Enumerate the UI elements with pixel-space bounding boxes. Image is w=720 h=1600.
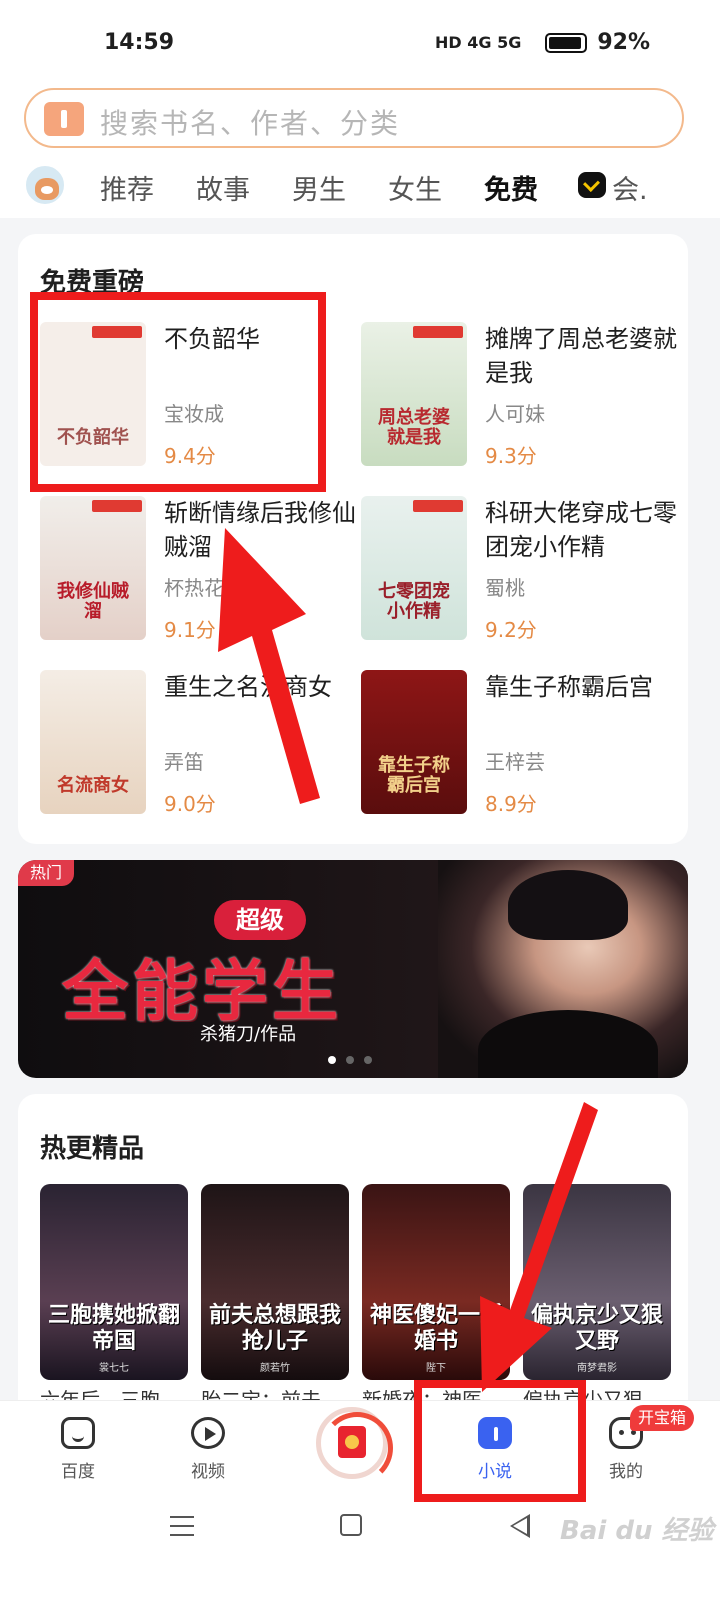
arrow-up — [218, 528, 320, 804]
arrow-down — [480, 1102, 598, 1392]
annotation-arrows — [218, 528, 598, 1392]
